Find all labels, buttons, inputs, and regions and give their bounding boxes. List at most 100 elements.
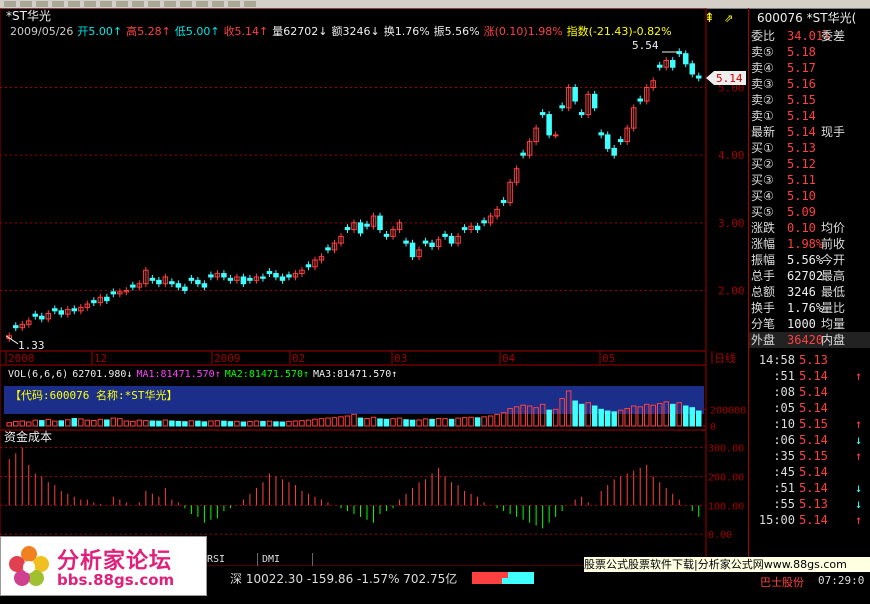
candle — [162, 273, 169, 288]
toolbar-button[interactable] — [52, 1, 64, 7]
stat-row: 分笔 1000 均量 — [749, 316, 870, 332]
volume-bar — [143, 420, 149, 427]
stat-row-label: 总手 — [751, 269, 776, 283]
fund-title: 资金成本 — [4, 429, 52, 444]
candle-body — [71, 308, 78, 312]
xianshou-label: 现手 — [821, 125, 846, 139]
sell-level: 卖③ 5.16 — [749, 76, 870, 92]
stat-row-label2: 最高 — [821, 269, 846, 283]
candle-body — [695, 75, 702, 79]
tick-time: 14:58 — [758, 353, 795, 367]
chart-title: *ST华光 — [6, 9, 51, 23]
stat-row-value: 1.76% — [787, 301, 824, 315]
volume-bar — [52, 420, 58, 427]
volume-bar — [682, 405, 689, 427]
buy-level-label: 买⑤ — [751, 205, 774, 219]
toolbar-button[interactable] — [196, 1, 208, 7]
toolbar-button[interactable] — [36, 1, 48, 7]
candle — [559, 102, 565, 112]
candle — [422, 237, 429, 247]
volume-bar — [253, 420, 260, 427]
candle — [26, 317, 32, 328]
volume-field: MA2:81471.570↑ — [225, 369, 309, 380]
candle-body — [110, 291, 117, 295]
candle — [292, 270, 299, 281]
volume-bar — [266, 420, 273, 427]
fund-tick-label: 200.00 — [708, 472, 744, 483]
tick-price: 5.14 — [799, 433, 828, 447]
tick-row: :45 5.14 — [749, 464, 870, 480]
ad-banner[interactable]: 股票公式股票软件下载|分析家公式网www.88gs.com — [584, 557, 870, 572]
toolbar-button[interactable] — [84, 1, 96, 7]
toolbar-button[interactable] — [100, 1, 112, 7]
toolbar-button[interactable] — [132, 1, 144, 7]
candle-body — [273, 273, 279, 278]
volume-bar — [448, 418, 455, 427]
toolbar-button[interactable] — [148, 1, 160, 7]
sell-level-label: 卖⑤ — [751, 45, 774, 59]
stat-row-label2: 均价 — [821, 221, 846, 235]
candle — [468, 222, 474, 233]
tab-rsi[interactable]: RSI — [207, 553, 258, 566]
stat-row-label2: 量比 — [821, 301, 846, 315]
toolbar-button[interactable] — [164, 1, 176, 7]
chart-frame — [0, 8, 707, 566]
candle — [240, 273, 247, 288]
candle — [578, 109, 585, 118]
candle — [455, 232, 461, 247]
stat-row-label: 涨幅 — [751, 237, 776, 251]
candle — [585, 90, 591, 118]
candle — [71, 305, 78, 315]
volume-bar — [97, 418, 104, 427]
ohlc-field: 开5.00↑ — [77, 25, 122, 38]
sell-level-value: 5.16 — [787, 77, 816, 91]
weibi-label: 委比 — [751, 29, 776, 43]
volume-bar — [149, 420, 156, 427]
volume-bar — [292, 420, 299, 427]
candle — [117, 288, 123, 298]
tick-time: 15:00 — [758, 513, 795, 527]
date-tick-label: 04 — [502, 352, 516, 365]
tick-price: 5.15 — [799, 417, 828, 431]
volume-bar — [442, 418, 448, 427]
toolbar-button[interactable] — [244, 1, 256, 7]
alert-bell-icon[interactable]: ⇞ ⇗ — [704, 11, 733, 26]
volume-bar — [136, 419, 143, 427]
candle — [409, 239, 416, 261]
tick-arrow: ↓ — [855, 433, 863, 447]
toolbar-button[interactable] — [4, 1, 16, 7]
tab-dmi[interactable]: DMI — [262, 553, 313, 566]
toolbar-button[interactable] — [68, 1, 80, 7]
candle-body — [669, 59, 676, 68]
sell-level: 卖① 5.14 — [749, 108, 870, 124]
toolbar-button[interactable] — [116, 1, 128, 7]
stat-row-value: 3246 — [787, 285, 816, 299]
buy-level: 买⑤ 5.09 — [749, 204, 870, 220]
tick-price: 5.14 — [799, 481, 828, 495]
volume-bar — [305, 419, 312, 427]
tick-price: 5.13 — [799, 497, 828, 511]
candle-body — [221, 273, 227, 278]
stat-row-label2: 今开 — [821, 253, 846, 267]
toolbar-button[interactable] — [228, 1, 240, 7]
candle — [403, 237, 409, 247]
toolbar-button[interactable] — [212, 1, 224, 7]
ohlc-field: 量62702↓ — [272, 25, 327, 38]
volume-bar — [331, 417, 338, 427]
candle — [325, 244, 331, 254]
volume-bar — [312, 418, 318, 427]
candle-body — [422, 240, 429, 244]
toolbar-button[interactable] — [20, 1, 32, 7]
volume-bar — [260, 420, 266, 427]
updown-bar — [472, 572, 534, 584]
candle — [663, 57, 669, 71]
toolbar-button[interactable] — [180, 1, 192, 7]
candle — [357, 219, 364, 237]
candle — [572, 84, 578, 105]
ohlc-header: 2009/05/26 开5.00↑ 高5.28↑ 低5.00↑ 收5.14↑ 量62702… — [10, 24, 672, 38]
volume-bar — [84, 419, 91, 427]
kline-chart[interactable]: *ST华光 2009/05/26 开5.00↑ 高5.28↑ 低5.00↑ 收5.14↑… — [0, 8, 748, 566]
volume-bar — [325, 417, 331, 427]
candle-body — [552, 134, 559, 137]
candle — [221, 270, 227, 281]
